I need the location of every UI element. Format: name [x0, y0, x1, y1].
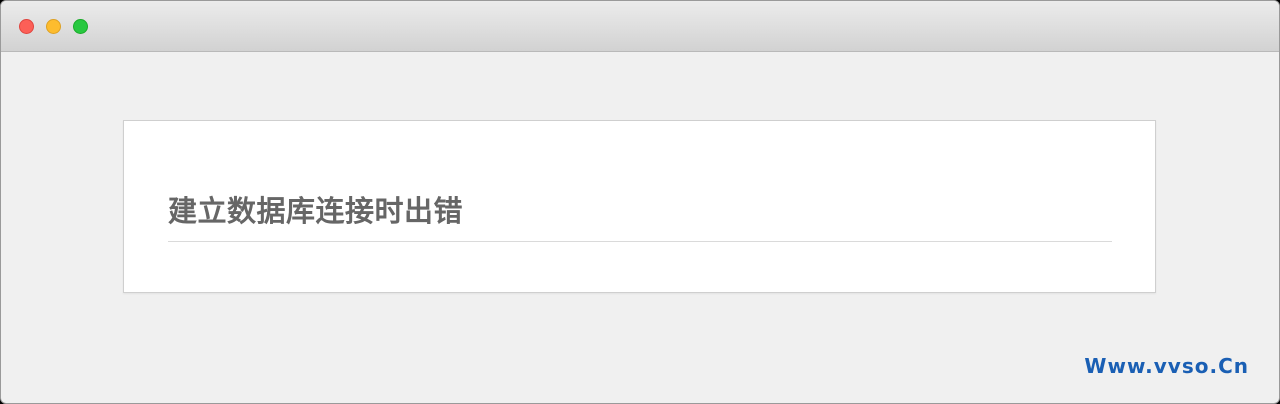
- browser-window: 建立数据库连接时出错 Www.vvso.Cn: [0, 0, 1280, 404]
- site-watermark: Www.vvso.Cn: [1084, 354, 1249, 378]
- error-panel: 建立数据库连接时出错: [123, 120, 1156, 293]
- close-window-button[interactable]: [19, 19, 34, 34]
- zoom-window-button[interactable]: [73, 19, 88, 34]
- error-title: 建立数据库连接时出错: [168, 194, 464, 228]
- window-titlebar: [1, 1, 1279, 52]
- divider: [168, 241, 1112, 242]
- minimize-window-button[interactable]: [46, 19, 61, 34]
